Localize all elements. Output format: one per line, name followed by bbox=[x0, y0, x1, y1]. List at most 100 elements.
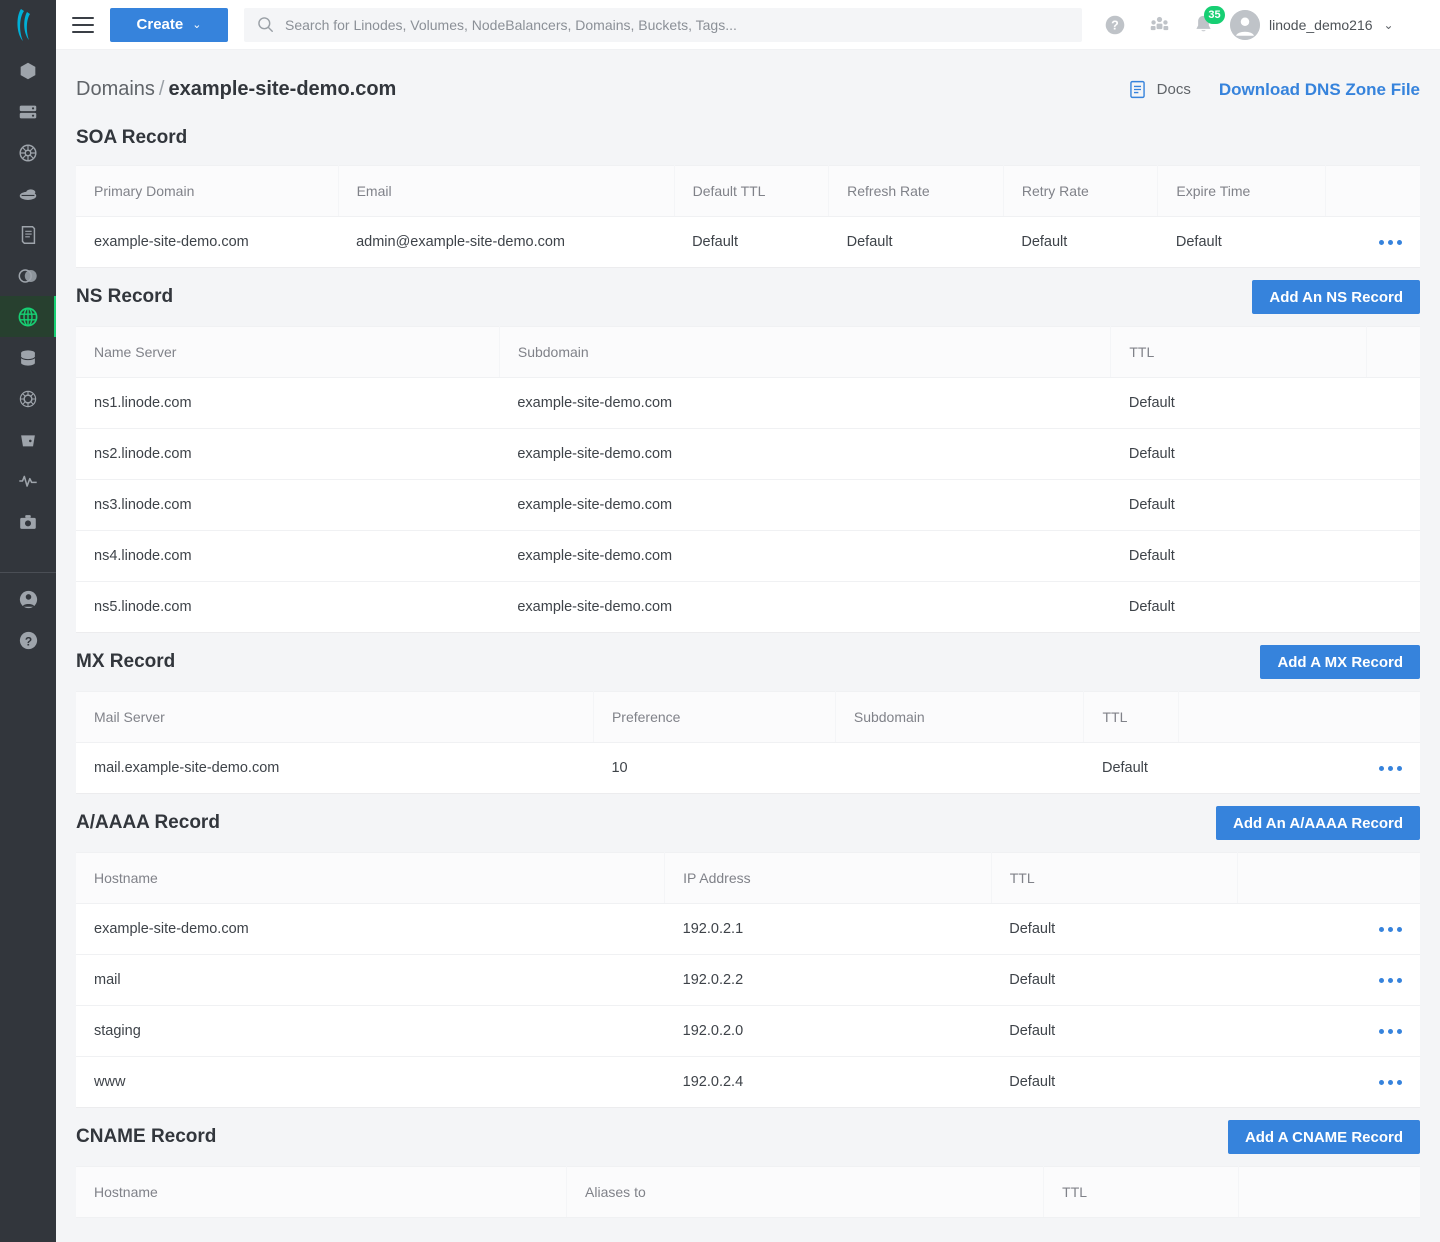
sidebar-item-backups[interactable] bbox=[0, 501, 56, 542]
docs-link[interactable]: Docs bbox=[1127, 79, 1191, 100]
row-action-menu-icon[interactable] bbox=[1379, 1080, 1402, 1085]
create-button[interactable]: Create ⌄ bbox=[110, 8, 228, 42]
table-cell: example-site-demo.com bbox=[76, 217, 338, 268]
row-action-menu-icon[interactable] bbox=[1379, 927, 1402, 932]
table-cell: mail bbox=[76, 955, 665, 1006]
sidebar-item-kubernetes[interactable] bbox=[0, 132, 56, 173]
row-action-menu-icon[interactable] bbox=[1379, 1029, 1402, 1034]
section-header-ns: NS RecordAdd An NS Record bbox=[76, 274, 1420, 326]
column-header-actions bbox=[1237, 853, 1420, 904]
section-title-aaaa: A/AAAA Record bbox=[76, 812, 220, 834]
sidebar-item-databases[interactable] bbox=[0, 337, 56, 378]
row-action-menu-icon[interactable] bbox=[1379, 978, 1402, 983]
sidebar-item-domains[interactable] bbox=[0, 296, 56, 337]
add-ns-record-button[interactable]: Add An NS Record bbox=[1252, 280, 1420, 314]
column-header: Default TTL bbox=[674, 166, 829, 217]
breadcrumb-parent-link[interactable]: Domains bbox=[76, 78, 155, 100]
column-header: TTL bbox=[1084, 692, 1178, 743]
table-cell: Default bbox=[1111, 378, 1366, 429]
table-cell: example-site-demo.com bbox=[76, 904, 665, 955]
table-cell: Default bbox=[991, 1057, 1237, 1108]
table-cell: www bbox=[76, 1057, 665, 1108]
table-cell: example-site-demo.com bbox=[499, 531, 1111, 582]
table-cell: example-site-demo.com bbox=[499, 429, 1111, 480]
row-actions-cell bbox=[1366, 480, 1420, 531]
column-header: Aliases to bbox=[567, 1167, 1044, 1218]
table-cell: 192.0.2.0 bbox=[665, 1006, 992, 1057]
table-cell: ns3.linode.com bbox=[76, 480, 499, 531]
table-cell: ns1.linode.com bbox=[76, 378, 499, 429]
notifications-button[interactable]: 35 bbox=[1190, 12, 1216, 38]
server-stack-icon bbox=[17, 101, 39, 123]
globe-icon bbox=[16, 305, 40, 329]
table-cell: example-site-demo.com bbox=[499, 378, 1111, 429]
row-action-menu-icon[interactable] bbox=[1379, 766, 1402, 771]
search-bar[interactable] bbox=[244, 8, 1082, 42]
column-header-actions bbox=[1178, 692, 1420, 743]
section-ns: NS RecordAdd An NS RecordName ServerSubd… bbox=[76, 274, 1420, 633]
sidebar-item-account[interactable] bbox=[0, 579, 56, 620]
bucket-icon bbox=[17, 429, 39, 451]
sidebar-item-nodebalancers[interactable] bbox=[0, 173, 56, 214]
table-cell: Default bbox=[991, 955, 1237, 1006]
chevron-down-icon: ⌄ bbox=[1384, 18, 1394, 32]
linode-logo[interactable] bbox=[0, 0, 56, 50]
table-cell: Default bbox=[1111, 582, 1366, 633]
cube-icon bbox=[17, 60, 39, 82]
svg-text:?: ? bbox=[1111, 18, 1119, 32]
sidebar-divider bbox=[0, 572, 56, 573]
add-cname-record-button[interactable]: Add A CNAME Record bbox=[1228, 1120, 1420, 1154]
sidebar-item-stackscripts[interactable] bbox=[0, 214, 56, 255]
column-header: TTL bbox=[1111, 327, 1366, 378]
table-cname: HostnameAliases toTTL bbox=[76, 1166, 1420, 1218]
table-row: ns4.linode.comexample-site-demo.comDefau… bbox=[76, 531, 1420, 582]
row-actions-cell bbox=[1366, 582, 1420, 633]
row-action-menu-icon[interactable] bbox=[1379, 240, 1402, 245]
table-cell: Default bbox=[1111, 531, 1366, 582]
gear-wheel-icon bbox=[17, 388, 39, 410]
user-menu[interactable]: linode_demo216 ⌄ bbox=[1230, 10, 1394, 40]
search-input[interactable] bbox=[285, 17, 1070, 33]
table-cell: 10 bbox=[593, 743, 835, 794]
table-row: www192.0.2.4Default bbox=[76, 1057, 1420, 1108]
row-actions-cell bbox=[1178, 743, 1420, 794]
section-mx: MX RecordAdd A MX RecordMail ServerPrefe… bbox=[76, 639, 1420, 794]
sidebar-item-linodes[interactable] bbox=[0, 50, 56, 91]
sidebar-item-volumes[interactable] bbox=[0, 91, 56, 132]
camera-icon bbox=[17, 511, 39, 533]
main-area: Create ⌄ ? bbox=[56, 0, 1440, 1242]
search-icon bbox=[256, 15, 275, 34]
table-cell: Default bbox=[991, 1006, 1237, 1057]
nodebalancer-cloud-icon bbox=[17, 183, 39, 205]
sidebar-item-images[interactable] bbox=[0, 255, 56, 296]
column-header: IP Address bbox=[665, 853, 992, 904]
row-actions-cell bbox=[1237, 904, 1420, 955]
add-aaaa-record-button[interactable]: Add An A/AAAA Record bbox=[1216, 806, 1420, 840]
table-cell: admin@example-site-demo.com bbox=[338, 217, 674, 268]
table-cell: Default bbox=[1111, 480, 1366, 531]
table-cell bbox=[835, 743, 1084, 794]
help-button[interactable]: ? bbox=[1102, 12, 1128, 38]
docs-document-icon bbox=[1127, 79, 1148, 100]
help-question-icon: ? bbox=[17, 629, 40, 652]
column-header: Retry Rate bbox=[1003, 166, 1158, 217]
table-cell: 192.0.2.2 bbox=[665, 955, 992, 1006]
hamburger-icon[interactable] bbox=[72, 12, 98, 38]
chevron-down-icon: ⌄ bbox=[192, 18, 201, 31]
table-cell: Default bbox=[674, 217, 829, 268]
breadcrumb-row: Domains/example-site-demo.com Docs Downl… bbox=[76, 50, 1420, 117]
sidebar-item-marketplace[interactable] bbox=[0, 378, 56, 419]
community-button[interactable] bbox=[1146, 12, 1172, 38]
download-dns-zone-file-link[interactable]: Download DNS Zone File bbox=[1219, 80, 1420, 100]
create-button-label: Create bbox=[137, 16, 184, 33]
add-mx-record-button[interactable]: Add A MX Record bbox=[1260, 645, 1420, 679]
table-cell: Default bbox=[1084, 743, 1178, 794]
primary-sidebar: ? bbox=[0, 0, 56, 1242]
sidebar-item-help-support[interactable]: ? bbox=[0, 620, 56, 661]
table-header-row: Name ServerSubdomainTTL bbox=[76, 327, 1420, 378]
sidebar-item-object-storage[interactable] bbox=[0, 419, 56, 460]
table-row: example-site-demo.com192.0.2.1Default bbox=[76, 904, 1420, 955]
sidebar-item-longview[interactable] bbox=[0, 460, 56, 501]
column-header: Subdomain bbox=[499, 327, 1111, 378]
avatar-person-icon bbox=[1230, 10, 1260, 40]
